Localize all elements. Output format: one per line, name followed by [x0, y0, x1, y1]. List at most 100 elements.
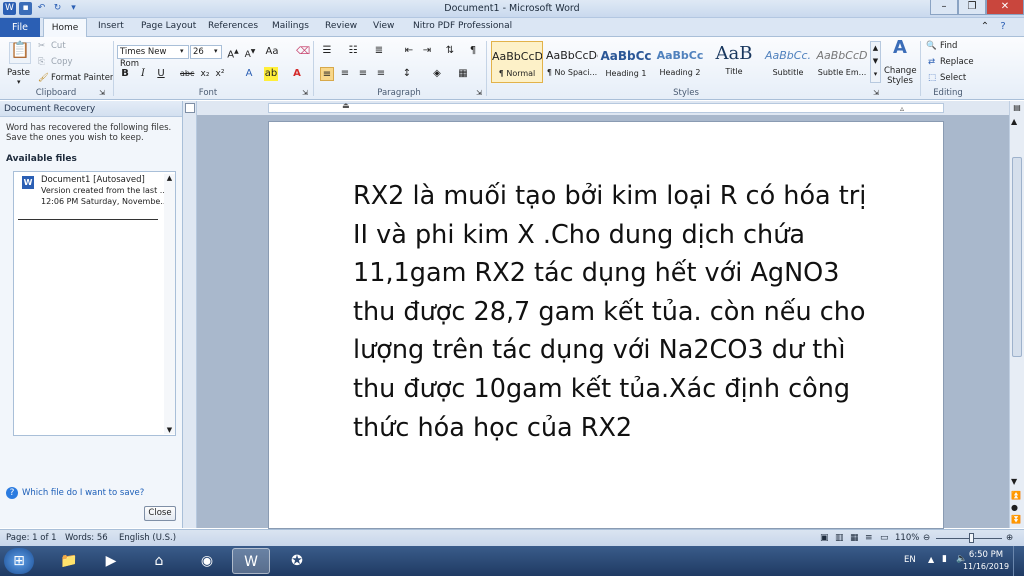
tab-file[interactable]: File — [0, 18, 40, 37]
select-icon[interactable]: ⬚ — [928, 73, 936, 83]
cut-button[interactable]: Cut — [51, 41, 66, 51]
line-spacing-icon[interactable]: ↕ — [400, 67, 414, 81]
text-effects-icon[interactable]: A — [242, 67, 256, 81]
word-count[interactable]: Words: 56 — [65, 533, 108, 543]
borders-icon[interactable]: ▦ — [456, 67, 470, 81]
font-launcher-icon[interactable]: ⇲ — [300, 88, 310, 98]
show-hidden-icons-icon[interactable]: ▲ — [928, 555, 934, 564]
tab-page-layout[interactable]: Page Layout — [141, 21, 196, 31]
find-button[interactable]: Find — [940, 41, 957, 51]
subscript-icon[interactable]: x₂ — [198, 67, 212, 81]
font-size-dropdown-icon[interactable]: ▾ — [214, 47, 218, 55]
close-recovery-button[interactable]: Close — [144, 506, 176, 521]
vertical-scrollbar[interactable]: ▤ ▲ ▼ ⏫ ● ⏬ — [1009, 101, 1024, 528]
font-name-select[interactable]: Times New Rom — [117, 45, 189, 69]
style-heading-2[interactable]: AaBbCc Heading 2 — [654, 41, 706, 83]
outline-view-icon[interactable]: ≡ — [865, 533, 873, 543]
ruler-toggle-icon[interactable]: ▤ — [1011, 103, 1023, 115]
clear-formatting-icon[interactable]: ⌫ — [296, 45, 310, 59]
draft-view-icon[interactable]: ▭ — [880, 533, 889, 543]
app2-taskbar-icon[interactable]: ✪ — [278, 548, 316, 574]
bullets-icon[interactable]: ☰ — [320, 44, 334, 58]
clock-time[interactable]: 6:50 PM — [966, 550, 1006, 560]
scroll-down-icon[interactable]: ▼ — [1011, 477, 1017, 486]
recovered-file-item[interactable]: W Document1 [Autosaved] Version created … — [17, 174, 168, 214]
explorer-taskbar-icon[interactable]: 📁 — [50, 548, 88, 574]
bold-icon[interactable]: B — [118, 67, 132, 81]
language-indicator[interactable]: English (U.S.) — [119, 533, 176, 543]
network-icon[interactable]: ▮ — [942, 554, 947, 564]
start-button[interactable]: ⊞ — [4, 548, 34, 574]
select-button[interactable]: Select — [940, 73, 966, 83]
style-subtle-emphasis[interactable]: AaBbCcD Subtle Em... — [816, 41, 868, 83]
file-list-scrollbar[interactable]: ▲ ▼ — [164, 174, 175, 434]
tab-selector[interactable] — [185, 103, 195, 113]
word-taskbar-icon[interactable]: W — [232, 548, 270, 574]
increase-indent-icon[interactable]: ⇥ — [420, 44, 434, 58]
zoom-slider-thumb[interactable] — [969, 533, 974, 543]
align-center-icon[interactable]: ≡ — [338, 67, 352, 81]
style-title[interactable]: AaB Title — [708, 41, 760, 83]
page-count[interactable]: Page: 1 of 1 — [6, 533, 57, 543]
document-body[interactable]: RX2 là muối tạo bởi kim loại R có hóa tr… — [353, 177, 873, 447]
print-layout-view-icon[interactable]: ▣ — [820, 533, 829, 543]
minimize-button[interactable]: – — [930, 0, 958, 15]
font-color-icon[interactable]: A — [290, 67, 304, 81]
shading-icon[interactable]: ◈ — [430, 67, 444, 81]
tab-insert[interactable]: Insert — [98, 21, 124, 31]
zoom-level[interactable]: 110% — [895, 533, 919, 543]
shrink-font-icon[interactable]: A▼ — [243, 45, 257, 60]
replace-icon[interactable]: ⇄ — [928, 57, 935, 67]
clock-date[interactable]: 11/16/2019 — [962, 562, 1010, 571]
full-screen-reading-icon[interactable]: ▥ — [835, 533, 844, 543]
horizontal-ruler[interactable]: ⏏ ▵ — [197, 101, 1009, 115]
styles-launcher-icon[interactable]: ⇲ — [871, 88, 881, 98]
help-icon[interactable]: ? — [996, 20, 1010, 34]
minimize-ribbon-icon[interactable]: ⌃ — [978, 20, 992, 34]
restore-button[interactable]: ❐ — [958, 0, 986, 15]
which-file-help-link[interactable]: Which file do I want to save? — [22, 488, 144, 498]
format-painter-icon[interactable]: 🖌 — [38, 73, 49, 83]
select-browse-object-icon[interactable]: ● — [1011, 503, 1018, 512]
previous-page-icon[interactable]: ⏫ — [1011, 491, 1021, 500]
tab-nitro-pdf[interactable]: Nitro PDF Professional — [413, 21, 512, 31]
scroll-thumb[interactable] — [1012, 157, 1022, 357]
zoom-out-icon[interactable]: ⊖ — [923, 533, 930, 543]
format-painter-button[interactable]: Format Painter — [51, 73, 113, 83]
scroll-up-icon[interactable]: ▲ — [1011, 117, 1017, 126]
web-layout-icon[interactable]: ▦ — [850, 533, 859, 543]
tab-references[interactable]: References — [208, 21, 258, 31]
right-indent-marker[interactable]: ▵ — [900, 104, 904, 113]
left-indent-marker[interactable]: ⏏ — [342, 101, 350, 110]
tab-home[interactable]: Home — [43, 18, 87, 38]
tab-mailings[interactable]: Mailings — [272, 21, 309, 31]
tab-view[interactable]: View — [373, 21, 394, 31]
align-right-icon[interactable]: ≡ — [356, 67, 370, 81]
input-language[interactable]: EN — [904, 555, 916, 565]
style-subtitle[interactable]: AaBbCc. Subtitle — [762, 41, 814, 83]
font-name-dropdown-icon[interactable]: ▾ — [180, 47, 184, 55]
sort-icon[interactable]: ⇅ — [443, 44, 457, 58]
app-taskbar-icon[interactable]: ⌂ — [140, 548, 178, 574]
styles-scroll-control[interactable]: ▲ ▼ ▾ — [870, 41, 881, 83]
clipboard-launcher-icon[interactable]: ⇲ — [97, 88, 107, 98]
underline-icon[interactable]: U — [154, 67, 168, 81]
align-left-icon[interactable]: ≡ — [320, 67, 334, 81]
style-no-spacing[interactable]: AaBbCcDc ¶ No Spaci... — [546, 41, 598, 83]
replace-button[interactable]: Replace — [940, 57, 974, 67]
firefox-taskbar-icon[interactable]: ◉ — [188, 548, 226, 574]
show-marks-icon[interactable]: ¶ — [466, 44, 480, 58]
highlight-icon[interactable]: ab — [264, 67, 278, 81]
paste-label[interactable]: Paste — [7, 68, 30, 78]
superscript-icon[interactable]: x² — [213, 67, 227, 81]
document-page[interactable]: RX2 là muối tạo bởi kim loại R có hóa tr… — [268, 121, 944, 529]
change-styles-button[interactable]: Change Styles — [884, 66, 917, 86]
change-case-icon[interactable]: Aa — [265, 45, 279, 59]
change-styles-icon[interactable]: A — [890, 39, 910, 61]
show-desktop-button[interactable] — [1013, 546, 1024, 576]
zoom-in-icon[interactable]: ⊕ — [1006, 533, 1013, 543]
paste-icon[interactable]: 📋 — [9, 42, 31, 64]
style-normal[interactable]: AaBbCcDc ¶ Normal — [491, 41, 543, 83]
copy-button[interactable]: Copy — [51, 57, 73, 67]
next-page-icon[interactable]: ⏬ — [1011, 515, 1021, 524]
